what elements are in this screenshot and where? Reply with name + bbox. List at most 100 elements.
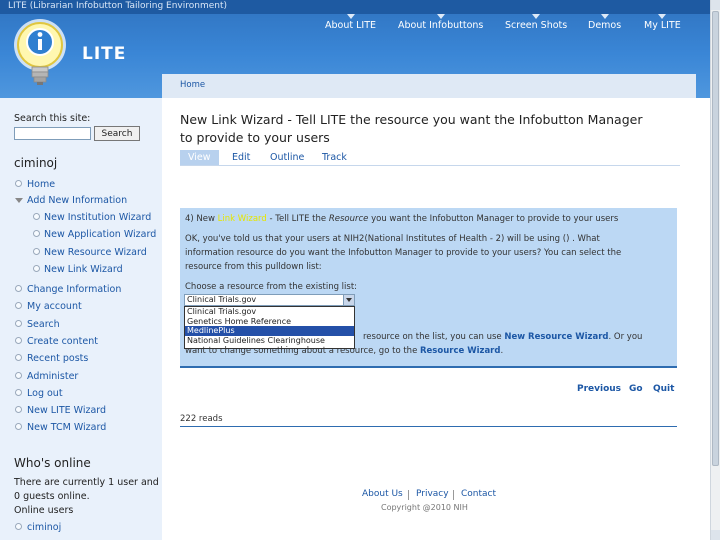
bullet-icon: [15, 389, 22, 396]
tab-edit[interactable]: Edit: [224, 150, 258, 165]
sidebar-item-label: New TCM Wizard: [27, 422, 107, 433]
sidebar-item-label: Add New Information: [27, 195, 128, 206]
online-status-text: There are currently 1 user and: [14, 477, 159, 488]
footer-separator: [453, 490, 454, 500]
sidebar-item-label: New LITE Wizard: [27, 405, 107, 416]
tab-track[interactable]: Track: [314, 150, 355, 165]
sidebar-item-create-content[interactable]: Create content: [15, 336, 98, 347]
bullet-icon: [15, 406, 22, 413]
tab-view[interactable]: View: [180, 150, 219, 165]
nav-about-infobuttons[interactable]: About Infobuttons: [398, 14, 483, 31]
sidebar-item-label: New Institution Wizard: [44, 212, 152, 223]
resource-select[interactable]: Clinical Trials.gov: [184, 294, 355, 306]
sidebar-item-log-out[interactable]: Log out: [15, 388, 63, 399]
search-button[interactable]: Search: [94, 126, 140, 141]
online-user-link[interactable]: ciminoj: [15, 522, 61, 533]
wizard-paragraph-line-3: resource from this pulldown list:: [185, 262, 322, 272]
sidebar-item-change-information[interactable]: Change Information: [15, 284, 122, 295]
whos-online-title: Who's online: [14, 456, 91, 470]
resource-select-value: Clinical Trials.gov: [187, 295, 257, 304]
sidebar-item-new-institution-wizard[interactable]: New Institution Wizard: [33, 212, 152, 223]
page-title: New Link Wizard - Tell LITE the resource…: [180, 112, 643, 145]
bullet-icon: [15, 302, 22, 309]
choose-resource-label: Choose a resource from the existing list…: [185, 282, 358, 292]
step-prefix: 4) New: [185, 214, 218, 224]
go-link[interactable]: Go: [629, 384, 643, 394]
dropdown-option[interactable]: Clinical Trials.gov: [185, 307, 354, 317]
nav-screen-shots[interactable]: Screen Shots: [505, 14, 567, 31]
sidebar-item-home[interactable]: Home: [15, 179, 56, 190]
dropdown-option[interactable]: Genetics Home Reference: [185, 317, 354, 327]
link-wizard-link[interactable]: Link Wizard: [218, 214, 267, 224]
footer-contact-link[interactable]: Contact: [461, 489, 496, 499]
sidebar-item-new-link-wizard[interactable]: New Link Wizard: [33, 264, 123, 275]
sidebar-item-label: Home: [27, 179, 56, 190]
divider: [180, 426, 677, 427]
new-resource-wizard-link[interactable]: New Resource Wizard: [504, 332, 608, 342]
sidebar-item-label: New Application Wizard: [44, 229, 157, 240]
sidebar-item-my-account[interactable]: My account: [15, 301, 82, 312]
search-input[interactable]: [14, 127, 91, 140]
nav-about-lite[interactable]: About LITE: [325, 14, 376, 31]
scroll-down-icon[interactable]: [711, 530, 720, 540]
sidebar-item-new-lite-wizard[interactable]: New LITE Wizard: [15, 405, 107, 416]
sidebar-item-label: Log out: [27, 388, 63, 399]
breadcrumb-home-link[interactable]: Home: [180, 80, 205, 90]
tab-outline[interactable]: Outline: [262, 150, 312, 165]
nav-my-lite[interactable]: My LITE: [644, 14, 681, 31]
wizard-content-box: 4) New Link Wizard - Tell LITE the Resou…: [180, 208, 677, 368]
dropdown-option[interactable]: National Guidelines Clearinghouse: [185, 336, 354, 346]
sidebar-item-label: Administer: [27, 371, 79, 382]
sidebar-item-label: Search: [27, 319, 60, 330]
after1-prefix: resource on the list, you can use: [363, 332, 505, 342]
window-title-bar: LITE (Librarian Infobutton Tailoring Env…: [0, 0, 710, 14]
vertical-scrollbar[interactable]: [710, 0, 720, 540]
footer-privacy-link[interactable]: Privacy: [416, 489, 449, 499]
sidebar-item-search[interactable]: Search: [15, 319, 60, 330]
bullet-icon: [15, 285, 22, 292]
after2-prefix: want to change something about a resourc…: [185, 346, 420, 356]
sidebar-item-administer[interactable]: Administer: [15, 371, 79, 382]
expanded-arrow-icon: [15, 198, 23, 203]
resource-wizard-link[interactable]: Resource Wizard: [420, 346, 500, 356]
sidebar-item-label: New Link Wizard: [44, 264, 123, 275]
sidebar-item-add-new-information[interactable]: Add New Information: [15, 195, 128, 206]
change-resource-text: want to change something about a resourc…: [185, 346, 503, 356]
sidebar-item-label: New Resource Wizard: [44, 247, 147, 258]
scrollbar-thumb[interactable]: [712, 11, 719, 466]
wizard-paragraph-line-1: OK, you've told us that your users at NI…: [185, 234, 600, 244]
previous-link[interactable]: Previous: [577, 384, 621, 394]
dropdown-option-selected[interactable]: MedlinePlus: [185, 326, 354, 336]
bullet-icon: [15, 337, 22, 344]
copyright-text: Copyright @2010 NIH: [381, 503, 468, 512]
reads-count: 222 reads: [180, 414, 223, 424]
scroll-up-icon[interactable]: [711, 0, 720, 10]
nav-demos[interactable]: Demos: [588, 14, 621, 31]
step-mid: - Tell LITE the: [266, 214, 329, 224]
quit-link[interactable]: Quit: [653, 384, 674, 394]
site-logo-text[interactable]: LITE: [82, 44, 126, 64]
sidebar-item-label: Create content: [27, 336, 98, 347]
bullet-icon: [15, 180, 22, 187]
sidebar-item-label: Recent posts: [27, 353, 89, 364]
search-label: Search this site:: [14, 113, 91, 124]
step-emphasis: Resource: [328, 214, 369, 224]
bullet-icon: [33, 248, 40, 255]
bullet-icon: [15, 423, 22, 430]
top-navigation: About LITE About Infobuttons Screen Shot…: [0, 14, 710, 34]
sidebar-item-new-tcm-wizard[interactable]: New TCM Wizard: [15, 422, 107, 433]
sidebar-item-recent-posts[interactable]: Recent posts: [15, 353, 89, 364]
step-suffix: you want the Infobutton Manager to provi…: [368, 214, 619, 224]
bullet-icon: [15, 372, 22, 379]
footer-about-us-link[interactable]: About Us: [362, 489, 403, 499]
dropdown-arrow-icon[interactable]: [343, 295, 354, 305]
sidebar-item-new-resource-wizard[interactable]: New Resource Wizard: [33, 247, 147, 258]
bullet-icon: [15, 320, 22, 327]
after2-suffix: .: [500, 346, 504, 356]
sidebar-item-label: Change Information: [27, 284, 122, 295]
bullet-icon: [15, 354, 22, 361]
sidebar-item-new-application-wizard[interactable]: New Application Wizard: [33, 229, 157, 240]
bullet-icon: [33, 265, 40, 272]
new-resource-text: resource on the list, you can use New Re…: [363, 332, 642, 342]
after1-suffix: . Or you: [608, 332, 643, 342]
